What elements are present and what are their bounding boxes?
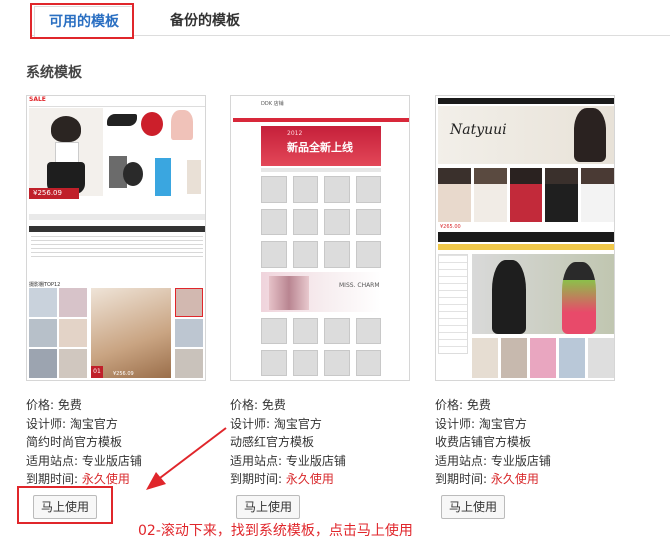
preview-charm-banner: MISS. CHARM xyxy=(261,272,381,312)
preview-header: SALE xyxy=(29,96,205,107)
template-preview-3[interactable]: Natyuui ¥265.00 xyxy=(435,95,615,381)
price-label: 价格: xyxy=(435,398,464,412)
preview-feature-image: 01 ¥256.09 xyxy=(91,288,171,378)
site-value: 专业版店铺 xyxy=(285,453,346,468)
site-row: 适用站点: 专业版店铺 xyxy=(435,452,551,471)
preview-red-banner: 2012 新品全新上线 xyxy=(261,126,381,166)
site-label: 适用站点: xyxy=(435,453,488,468)
preview-banner-text: 新品全新上线 xyxy=(287,141,353,154)
price-label: 价格: xyxy=(26,398,55,412)
preview-charm-text: MISS. CHARM xyxy=(339,282,380,289)
use-button-highlight-box xyxy=(17,486,113,524)
designer-label: 设计师: xyxy=(26,416,67,431)
site-row: 适用站点: 专业版店铺 xyxy=(230,452,346,471)
price-value: 免费 xyxy=(261,398,286,412)
preview-nav-bar xyxy=(438,98,614,104)
designer-value: 淘宝官方 xyxy=(478,416,527,431)
preview-bottom-row xyxy=(472,338,614,378)
preview-thumb-grid xyxy=(29,288,87,378)
preview-yellow-bar xyxy=(438,244,614,250)
section-title: 系统模板 xyxy=(26,65,82,81)
price-row: 价格: 免费 xyxy=(26,396,142,415)
preview-price-tag: ¥265.00 xyxy=(440,224,461,230)
template-preview-2[interactable]: DDK 店铺 2012 新品全新上线 MISS. CHARM xyxy=(230,95,410,381)
tab-highlight-box xyxy=(30,3,134,39)
template-name: 收费店铺官方模板 xyxy=(435,435,532,449)
price-row: 价格: 免费 xyxy=(230,396,346,415)
preview-model-row xyxy=(438,168,614,222)
expiry-row: 到期时间: 永久使用 xyxy=(435,470,551,489)
expiry-label: 到期时间: xyxy=(26,472,79,486)
preview-category-bar xyxy=(438,232,614,242)
preview-hero-image xyxy=(472,254,614,334)
preview-category-list xyxy=(31,236,203,260)
expiry-value: 永久使用 xyxy=(490,472,539,486)
preview-placeholder-grid-bottom xyxy=(261,318,381,376)
preview-brand-banner: Natyuui xyxy=(438,106,614,164)
price-value: 免费 xyxy=(466,398,491,412)
preview-sale-text: SALE xyxy=(29,96,46,103)
preview-sidebar xyxy=(438,254,468,354)
preview-dress-blue xyxy=(155,158,171,196)
template-info-3: 价格: 免费 设计师: 淘宝官方 收费店铺官方模板 适用站点: 专业版店铺 到期… xyxy=(435,396,551,489)
preview-placeholder-grid-top xyxy=(261,176,381,268)
preview-item-white xyxy=(187,160,201,194)
template-name: 动感红官方模板 xyxy=(230,435,315,449)
use-now-button-2[interactable]: 马上使用 xyxy=(236,495,300,519)
preview-shop-name: DDK 店铺 xyxy=(261,101,284,107)
preview-shoe-2 xyxy=(171,110,193,140)
designer-row: 设计师: 淘宝官方 xyxy=(435,415,551,434)
expiry-label: 到期时间: xyxy=(435,472,488,486)
use-now-button-3[interactable]: 马上使用 xyxy=(441,495,505,519)
preview-section-label: 摄影棚TOP12 xyxy=(29,282,61,288)
template-preview-1[interactable]: SALE ¥256.09 摄影棚TOP12 01 ¥256.09 xyxy=(26,95,206,381)
preview-divider xyxy=(261,168,381,172)
template-info-2: 价格: 免费 设计师: 淘宝官方 动感红官方模板 适用站点: 专业版店铺 到期时… xyxy=(230,396,346,489)
annotation-text: 02-滚动下来，找到系统模板，点击马上使用 xyxy=(138,523,413,539)
designer-row: 设计师: 淘宝官方 xyxy=(230,415,346,434)
expiry-row: 到期时间: 永久使用 xyxy=(230,470,346,489)
annotation-arrow-icon xyxy=(146,427,227,490)
preview-shoe-1 xyxy=(107,114,137,126)
preview-side-thumbs xyxy=(175,288,203,378)
price-label: 价格: xyxy=(230,398,259,412)
site-value: 专业版店铺 xyxy=(490,453,551,468)
preview-search-bar xyxy=(29,214,205,220)
preview-watch-red xyxy=(141,112,163,136)
designer-value: 淘宝官方 xyxy=(273,416,322,431)
preview-banner-year: 2012 xyxy=(287,130,303,137)
preview-price-tag: ¥256.09 xyxy=(29,188,79,199)
expiry-value: 永久使用 xyxy=(285,472,334,486)
preview-category-bar xyxy=(29,226,205,232)
designer-label: 设计师: xyxy=(435,416,476,431)
preview-brand-text: Natyuui xyxy=(450,122,507,138)
preview-badge-number: 01 xyxy=(91,366,103,378)
preview-badge-price: ¥256.09 xyxy=(113,371,134,377)
tab-backup-templates[interactable]: 备份的模板 xyxy=(150,6,260,36)
preview-watch-black xyxy=(123,162,143,186)
price-row: 价格: 免费 xyxy=(435,396,551,415)
site-label: 适用站点: xyxy=(26,453,79,468)
preview-nav-bar xyxy=(233,118,409,122)
preview-model-image xyxy=(29,108,103,196)
price-value: 免费 xyxy=(57,398,82,412)
